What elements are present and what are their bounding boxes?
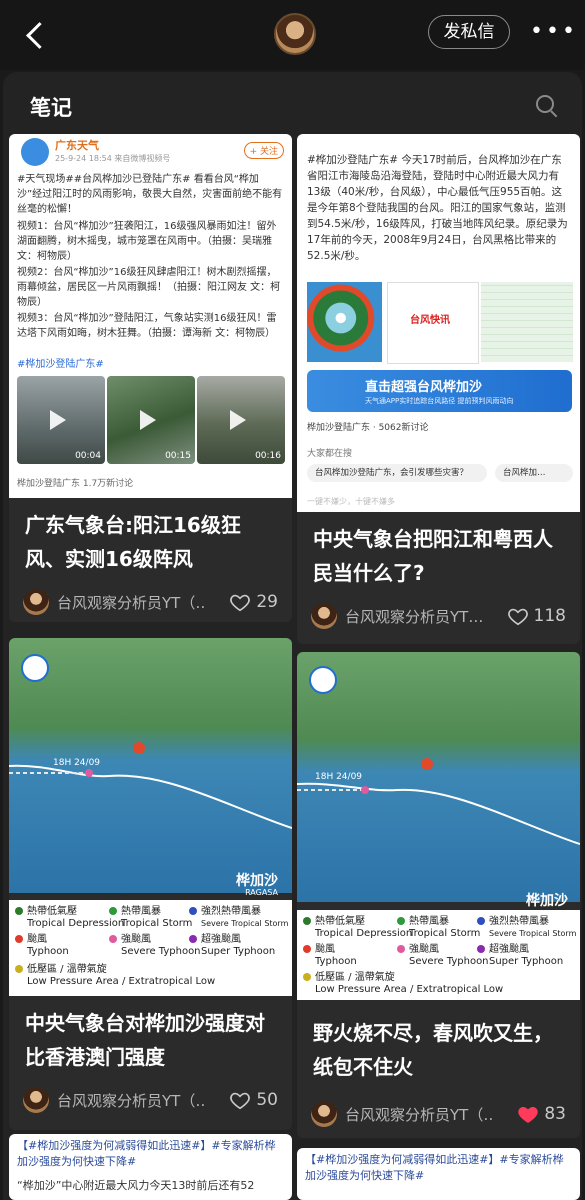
data-table-image <box>481 282 573 362</box>
video-duration: 00:16 <box>255 451 281 461</box>
heart-icon <box>507 608 528 626</box>
account-name: 广东天气 <box>55 139 99 152</box>
follow-button: + 关注 <box>243 142 284 159</box>
more-options-icon[interactable]: ••• <box>530 21 575 43</box>
typhoon-marker <box>133 742 145 754</box>
post-meta: 25-9-24 18:54 来自微博视频号 <box>55 154 171 163</box>
map-time: 18H 24/09 <box>53 758 101 768</box>
avatar <box>23 589 49 615</box>
note-thumbnail: 广东天气 25-9-24 18:54 来自微博视频号 + 关注 #天气现场##台… <box>9 134 292 498</box>
like-button[interactable]: 29 <box>229 588 278 616</box>
note-title: 中央气象台把阳江和粤西人民当什么了? <box>313 527 553 585</box>
position-marker <box>85 769 93 777</box>
post-text: #天气现场##台风桦加沙已登陆广东# 看看台风“桦加沙”经过阳江时的风雨影响，敬… <box>17 174 283 215</box>
heart-icon <box>230 1092 251 1110</box>
post-text: 视频3：台风“桦加沙”登陆阳江，气象站实测16级狂风！雷达塔下风雨如晦，树木狂舞… <box>17 313 277 339</box>
typhoon-track-map: 18H 24/09 桦加沙 RAGASA <box>9 638 292 897</box>
video-duration: 00:04 <box>75 451 101 461</box>
author-row[interactable]: 台风观察分析员YT（… <box>311 1100 495 1128</box>
top-bar: 发私信 ••• <box>0 0 585 70</box>
video-thumbnail: 00:15 <box>107 376 195 464</box>
play-icon <box>140 410 156 430</box>
note-title: 广东气象台:阳江16级狂风、实测16级阵风 <box>25 513 241 571</box>
video-duration: 00:15 <box>165 451 191 461</box>
post-text: #桦加沙登陆广东# 今天17时前后，台风桦加沙在广东省阳江市海陵岛沿海登陆，登陆… <box>307 154 568 262</box>
note-title: 野火烧不尽，春风吹又生，纸包不住火 <box>313 1021 553 1079</box>
like-button[interactable]: 50 <box>229 1086 278 1114</box>
note-card[interactable]: 广东天气 25-9-24 18:54 来自微博视频号 + 关注 #天气现场##台… <box>9 134 292 622</box>
author-row[interactable]: 台风观察分析员YT… <box>311 602 495 630</box>
position-marker <box>361 786 369 794</box>
typhoon-name: 桦加沙 <box>236 873 278 889</box>
note-title: 中央气象台对桦加沙强度对比香港澳门强度 <box>25 1011 265 1069</box>
account-logo <box>21 138 49 166</box>
observatory-logo <box>21 654 49 682</box>
note-thumbnail: #桦加沙登陆广东# 今天17时前后，台风桦加沙在广东省阳江市海陵岛沿海登陆，登陆… <box>297 134 580 512</box>
avatar <box>311 603 337 629</box>
typhoon-name: 桦加沙 <box>526 893 568 909</box>
heart-filled-icon <box>518 1106 539 1124</box>
back-arrow-icon[interactable] <box>22 20 50 50</box>
author-name: 台风观察分析员YT（… <box>57 1091 207 1110</box>
author-name: 台风观察分析员YT（… <box>57 593 207 612</box>
note-thumbnail: 18H 24/09 桦加沙 RAGASA 熱帶低氣壓 Tropical Depre… <box>9 638 292 996</box>
play-icon <box>230 410 246 430</box>
section-title: 笔记 <box>30 96 72 120</box>
play-icon <box>50 410 66 430</box>
note-thumbnail: 18H 24/09 桦加沙 熱帶低氣壓 Tropical Depression 熱… <box>297 652 580 1000</box>
post-text: “桦加沙”中心附近最大风力今天13时前后还有52 <box>17 1179 255 1192</box>
post-text: 视频1：台风“桦加沙”狂袭阳江，16级强风暴雨如注！留外湖面翻腾，树木摇曳，城市… <box>17 221 277 262</box>
heart-icon <box>230 594 251 612</box>
topic-footer: 桦加沙登陆广东 1.7万新讨论 <box>17 479 134 489</box>
author-row[interactable]: 台风观察分析员YT（… <box>23 588 207 616</box>
note-card[interactable]: 【#桦加沙强度为何减弱得如此迅速#】#专家解析桦加沙强度为何快速下降# “桦加沙… <box>9 1134 292 1200</box>
ad-subtitle: 天气通APP实时追踪台风路径 提前预判风雨动向 <box>365 397 514 405</box>
map-time: 18H 24/09 <box>315 772 363 782</box>
footer-text: 一键不嫌少，十键不嫌多 <box>307 497 395 506</box>
author-name: 台风观察分析员YT… <box>345 607 484 626</box>
post-text: 【#桦加沙强度为何减弱得如此迅速#】#专家解析桦加沙强度为何快速下降# <box>305 1153 564 1182</box>
video-thumbnail: 00:04 <box>17 376 105 464</box>
note-card[interactable]: 【#桦加沙强度为何减弱得如此迅速#】#专家解析桦加沙强度为何快速下降# <box>297 1148 580 1200</box>
banner-text: 台风快讯 <box>410 315 450 326</box>
avatar <box>311 1101 337 1127</box>
post-text: 【#桦加沙强度为何减弱得如此迅速#】#专家解析桦加沙强度为何快速下降# <box>17 1139 276 1168</box>
like-count: 118 <box>533 606 566 626</box>
like-count: 83 <box>544 1104 566 1124</box>
send-message-button[interactable]: 发私信 <box>428 15 510 49</box>
news-image: 台风快讯 <box>387 282 479 364</box>
avatar[interactable] <box>274 13 316 55</box>
ad-title: 直击超强台风桦加沙 <box>365 380 483 395</box>
like-count: 29 <box>256 592 278 612</box>
search-suggestion: 台风桦加沙登陆广东，会引发哪些灾害？ <box>307 464 487 482</box>
topic-line: 桦加沙登陆广东 · 5062新讨论 <box>307 423 429 433</box>
note-card[interactable]: 18H 24/09 桦加沙 熱帶低氣壓 Tropical Depression 熱… <box>297 652 580 1138</box>
typhoon-marker <box>421 758 433 770</box>
typhoon-track-map: 18H 24/09 桦加沙 <box>297 652 580 909</box>
note-card[interactable]: 18H 24/09 桦加沙 RAGASA 熱帶低氣壓 Tropical Depre… <box>9 638 292 1130</box>
map-legend: 熱帶低氣壓 Tropical Depression 熱帶風暴 Tropical St… <box>9 900 292 996</box>
post-text: 视频2：台风“桦加沙”16级狂风肆虐阳江！树木剧烈摇摆，雨幕倾盆，居民区一片风雨… <box>17 267 281 308</box>
avatar <box>23 1087 49 1113</box>
searching-label: 大家都在搜 <box>307 449 353 459</box>
search-icon[interactable] <box>536 95 558 117</box>
map-legend: 熱帶低氣壓 Tropical Depression 熱帶風暴 Tropical St… <box>297 910 580 1000</box>
like-count: 50 <box>256 1090 278 1110</box>
typhoon-name-en: RAGASA <box>245 888 278 897</box>
search-suggestion: 台风桦加… <box>495 464 573 482</box>
hashtag: #桦加沙登陆广东# <box>17 359 104 370</box>
note-card[interactable]: #桦加沙登陆广东# 今天17时前后，台风桦加沙在广东省阳江市海陵岛沿海登陆，登陆… <box>297 134 580 644</box>
radar-image <box>307 282 382 362</box>
like-button[interactable]: 83 <box>517 1100 566 1128</box>
ad-banner: 直击超强台风桦加沙 天气通APP实时追踪台风路径 提前预判风雨动向 <box>307 370 572 412</box>
like-button[interactable]: 118 <box>507 602 566 630</box>
observatory-logo <box>309 666 337 694</box>
author-name: 台风观察分析员YT（… <box>345 1105 495 1124</box>
author-row[interactable]: 台风观察分析员YT（… <box>23 1086 207 1114</box>
video-thumbnail: 00:16 <box>197 376 285 464</box>
